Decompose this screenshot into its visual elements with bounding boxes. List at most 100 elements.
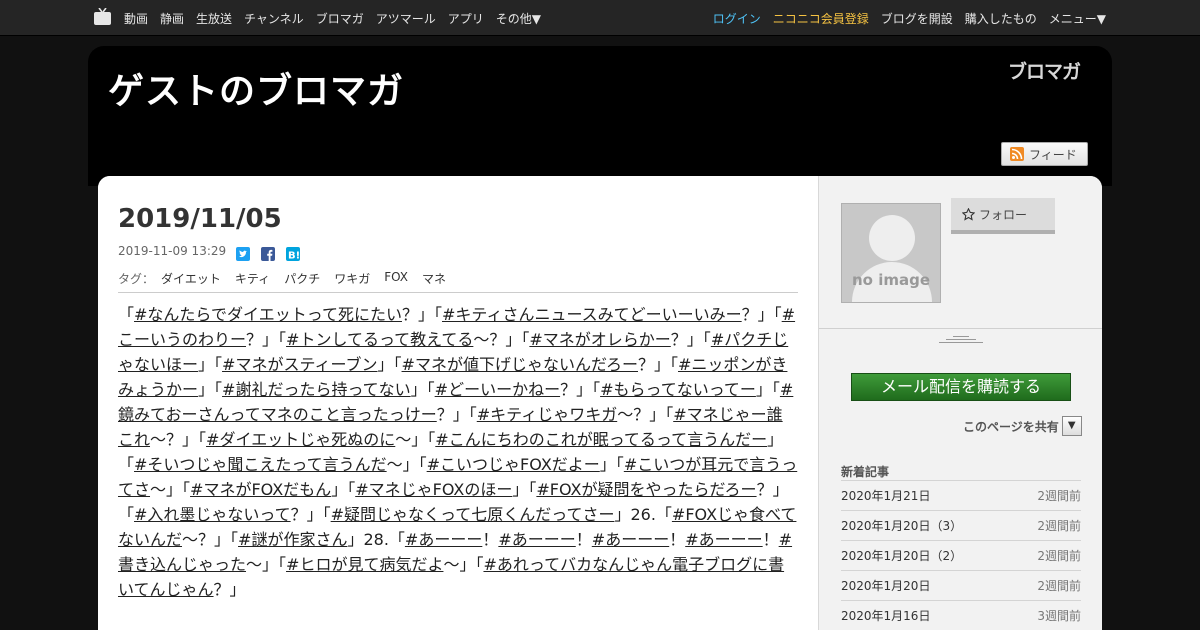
hashtag-link[interactable]: #マネが値下げじゃないんだろー	[402, 355, 638, 374]
post-datetime: 2019-11-09 13:29	[118, 244, 227, 258]
recent-post-item[interactable]: 2020年1月20日（3） 2週間前	[841, 510, 1081, 540]
niconico-tv-icon[interactable]	[94, 8, 111, 25]
nav-left-menu: 動画 静画 生放送 チャンネル ブロマガ アツマール アプリ その他▼	[124, 0, 553, 36]
recent-post-item[interactable]: 2020年1月16日 3週間前	[841, 600, 1081, 630]
hashtag-link[interactable]: #トンしてるって教えてる	[286, 330, 473, 349]
subscribe-button[interactable]: メール配信を購読する	[851, 373, 1071, 401]
share-page-label: このページを共有	[963, 419, 1059, 434]
body-text-segment: 〜」「	[246, 555, 287, 574]
blomaga-logo[interactable]: ブロマガ	[1008, 57, 1081, 84]
menu-dropdown[interactable]: メニュー▼	[1049, 10, 1106, 27]
post-title[interactable]: 2019/11/05	[118, 204, 282, 234]
nav-item[interactable]: 静画	[160, 10, 184, 27]
body-text-segment: 」「	[331, 480, 356, 499]
body-text-segment: 〜？」「	[182, 530, 239, 549]
main-panel: 2019/11/05 2019-11-09 13:29 B! タグ： ダイエット…	[98, 176, 1102, 630]
body-text-segment: 」28.「	[347, 530, 405, 549]
hashtag-link[interactable]: #ダイエットじゃ死ぬのに	[206, 430, 395, 449]
body-text-segment: 「	[118, 305, 135, 324]
hashtag-link[interactable]: #疑問じゃなくって七原くんだってさー	[331, 505, 615, 524]
hashtag-link[interactable]: #ヒロが見て病気だよ	[286, 555, 443, 574]
share-dropdown-button[interactable]: ▼	[1061, 416, 1082, 436]
nav-item[interactable]: 動画	[124, 10, 148, 27]
nav-item[interactable]: その他▼	[496, 10, 541, 27]
hashtag-link[interactable]: #こんにちわのこれが眠ってるって言うんだー	[435, 430, 767, 449]
avatar-head	[869, 215, 915, 261]
recent-post-title[interactable]: 2020年1月20日	[841, 577, 930, 594]
body-text-segment: ！	[482, 530, 499, 549]
recent-post-age: 2週間前	[1037, 579, 1081, 593]
blog-title[interactable]: ゲストのブロマガ	[108, 62, 404, 114]
login-link[interactable]: ログイン	[713, 10, 761, 27]
grip-handle-icon[interactable]	[939, 336, 983, 345]
hashtag-link[interactable]: #謎が作家さん	[238, 530, 347, 549]
recent-post-title[interactable]: 2020年1月21日	[841, 487, 930, 504]
open-blog-link[interactable]: ブログを開設	[881, 10, 953, 27]
recent-post-title[interactable]: 2020年1月20日（2）	[841, 547, 962, 564]
tag-item[interactable]: FOX	[384, 270, 408, 287]
facebook-icon[interactable]	[261, 246, 275, 261]
hashtag-link[interactable]: #あーーー	[498, 530, 575, 549]
hashtag-link[interactable]: #なんたらでダイエットって死にたい	[134, 305, 402, 324]
recent-post-title[interactable]: 2020年1月16日	[841, 607, 930, 624]
hashtag-link[interactable]: #あーーー	[592, 530, 669, 549]
body-text-segment: ？」	[213, 580, 246, 599]
recent-post-item[interactable]: 2020年1月20日 2週間前	[841, 570, 1081, 600]
nav-item[interactable]: アツマール	[376, 10, 436, 27]
hatena-bookmark-icon[interactable]: B!	[286, 246, 300, 262]
hashtag-link[interactable]: #あーーー	[685, 530, 762, 549]
no-image-label: no image	[851, 271, 930, 289]
hashtag-link[interactable]: #キティじゃワキガ	[477, 405, 617, 424]
avatar[interactable]: no image	[841, 203, 941, 303]
twitter-icon[interactable]	[236, 246, 250, 261]
feed-button[interactable]: フィード	[1001, 142, 1088, 166]
hashtag-link[interactable]: #どーいーかねー	[435, 380, 560, 399]
hashtag-link[interactable]: #マネじゃFOXのほー	[355, 480, 512, 499]
tag-label: タグ：	[118, 272, 155, 286]
tag-item[interactable]: キティ	[235, 270, 270, 287]
recent-post-age: 2週間前	[1037, 519, 1081, 533]
share-page: このページを共有 ▼	[963, 416, 1082, 436]
hashtag-link[interactable]: #あーーー	[405, 530, 482, 549]
hashtag-link[interactable]: #謝礼だったら持ってない	[222, 380, 411, 399]
body-text-segment: ？」「	[670, 330, 711, 349]
hashtag-link[interactable]: #キティさんニュースみてどーいーいみー	[442, 305, 742, 324]
nav-item[interactable]: ブロマガ	[316, 10, 364, 27]
body-text-segment: ？」「	[246, 330, 287, 349]
hashtag-link[interactable]: #マネがスティーブン	[222, 355, 378, 374]
body-text-segment: 〜」「	[443, 555, 484, 574]
tag-list: タグ： ダイエット キティ パクチ ワキガ FOX マネ	[118, 270, 460, 287]
tag-item[interactable]: ワキガ	[334, 270, 370, 287]
hashtag-link[interactable]: #FOXが疑問をやったらだろー	[536, 480, 756, 499]
follow-label: フォロー	[979, 207, 1028, 222]
hashtag-link[interactable]: #入れ墨じゃないって	[134, 505, 291, 524]
tag-item[interactable]: パクチ	[284, 270, 320, 287]
register-link[interactable]: ニコニコ会員登録	[773, 10, 869, 27]
tag-item[interactable]: ダイエット	[161, 270, 221, 287]
body-text-segment: 〜」「	[395, 430, 436, 449]
body-text-segment: 〜？」「	[473, 330, 530, 349]
nav-item[interactable]: チャンネル	[244, 10, 304, 27]
body-text-segment: ？」「	[638, 355, 679, 374]
body-text-segment: 」「	[377, 355, 402, 374]
recent-post-age: 2週間前	[1037, 489, 1081, 503]
hashtag-link[interactable]: #マネがFOXだもん	[190, 480, 331, 499]
follow-button[interactable]: フォロー	[951, 198, 1055, 234]
sidebar: no image フォロー メール配信を購読する このページを共有 ▼ 新着記事…	[818, 176, 1102, 630]
nav-item[interactable]: アプリ	[448, 10, 484, 27]
hashtag-link[interactable]: #こいつじゃFOXだよー	[427, 455, 600, 474]
recent-post-item[interactable]: 2020年1月21日 2週間前	[841, 480, 1081, 510]
post-body: 「#なんたらでダイエットって死にたい？」「#キティさんニュースみてどーいーいみー…	[118, 302, 798, 602]
hashtag-link[interactable]: #もらってないってー	[600, 380, 756, 399]
hashtag-link[interactable]: #マネがオレらかー	[529, 330, 670, 349]
body-text-segment: ？」「	[741, 305, 782, 324]
tag-item[interactable]: マネ	[422, 270, 446, 287]
nav-item[interactable]: 生放送	[196, 10, 232, 27]
recent-post-item[interactable]: 2020年1月20日（2） 2週間前	[841, 540, 1081, 570]
share-icons: B!	[236, 246, 311, 262]
purchased-link[interactable]: 購入したもの	[965, 10, 1037, 27]
star-icon	[962, 207, 975, 221]
hashtag-link[interactable]: #そいつじゃ聞こえたって言うんだ	[134, 455, 387, 474]
body-text-segment: 」「	[410, 380, 435, 399]
recent-post-title[interactable]: 2020年1月20日（3）	[841, 517, 962, 534]
